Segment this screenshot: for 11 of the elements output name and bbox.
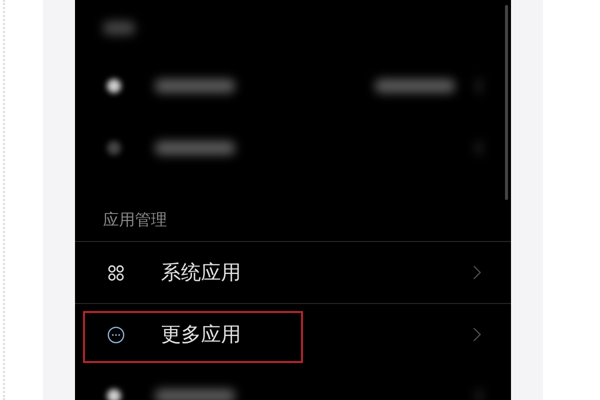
four-circles-icon: [107, 264, 125, 282]
row-label: 系统应用: [161, 259, 241, 286]
more-icon: [107, 326, 125, 344]
settings-row[interactable]: 更多应用: [75, 303, 511, 365]
scrollbar[interactable]: [505, 5, 508, 200]
chevron-icon: [473, 327, 481, 342]
blurred-text: [103, 20, 135, 34]
settings-row[interactable]: 系统应用: [75, 241, 511, 303]
section-header: 应用管理: [103, 210, 167, 231]
chevron-icon: [473, 265, 481, 280]
row-label: 更多应用: [161, 321, 241, 348]
